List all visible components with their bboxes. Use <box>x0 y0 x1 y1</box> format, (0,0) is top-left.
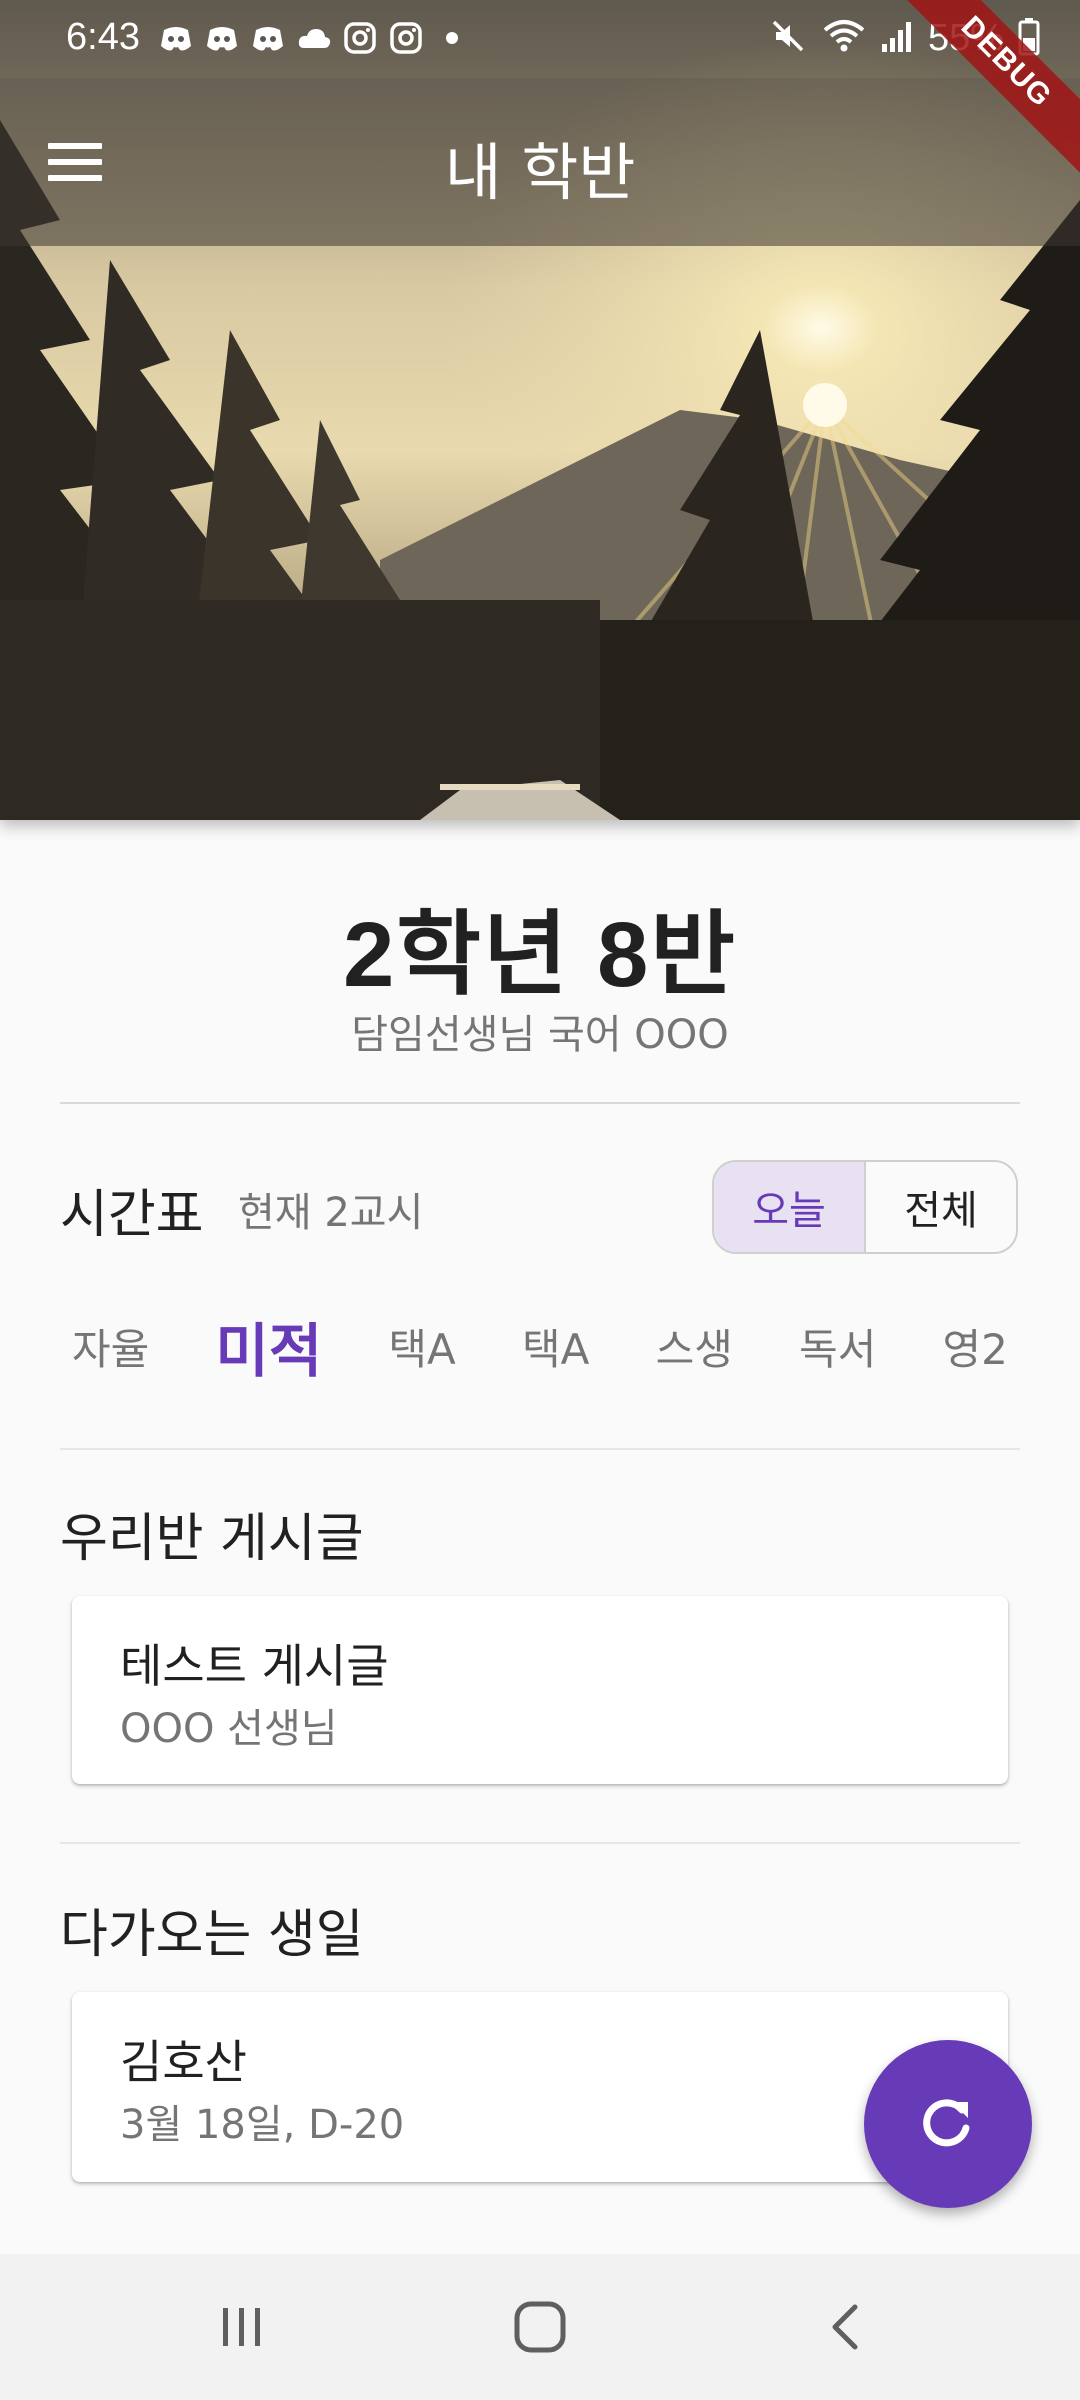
period-item-current: 미적 <box>215 1317 323 1385</box>
notification-icons <box>158 20 470 56</box>
status-time: 6:43 <box>66 16 140 58</box>
dot-icon <box>434 20 470 56</box>
discord-icon <box>158 20 194 56</box>
toggle-today[interactable]: 오늘 <box>714 1162 866 1252</box>
timetable-heading: 시간표 <box>60 1185 204 1245</box>
timetable-view-toggle: 오늘 전체 <box>712 1160 1018 1254</box>
back-button[interactable] <box>796 2294 896 2364</box>
cloud-icon <box>296 20 332 56</box>
current-period-label: 현재 2교시 <box>238 1190 424 1236</box>
back-icon <box>821 2302 871 2356</box>
post-author: OOO 선생님 <box>120 1706 338 1752</box>
system-nav-bar <box>0 2254 1080 2400</box>
wifi-icon <box>822 16 866 60</box>
period-item: 택A <box>388 1324 456 1374</box>
period-item: 독서 <box>799 1324 877 1374</box>
class-title: 2학년 8반 <box>343 904 737 1006</box>
instagram-icon <box>388 20 424 56</box>
divider <box>60 1102 1020 1104</box>
divider <box>60 1842 1020 1844</box>
app-title: 내 학반 <box>444 136 636 209</box>
home-icon <box>512 2299 568 2359</box>
period-item: 영2 <box>942 1324 1008 1374</box>
instagram-icon <box>342 20 378 56</box>
homeroom-teacher: 담임선생님 국어 OOO <box>351 1012 729 1058</box>
divider <box>60 1448 1020 1450</box>
birthday-name: 김호산 <box>120 2035 247 2089</box>
birthdays-heading: 다가오는 생일 <box>60 1905 364 1965</box>
recent-apps-button[interactable] <box>192 2294 292 2364</box>
posts-heading: 우리반 게시글 <box>60 1509 364 1569</box>
toggle-all[interactable]: 전체 <box>866 1162 1016 1252</box>
app-bar: 내 학반 <box>0 78 1080 246</box>
refresh-button[interactable] <box>864 2040 1032 2208</box>
signal-icon <box>880 16 914 60</box>
birthday-card[interactable]: 김호산 3월 18일, D-20 <box>72 1992 1008 2182</box>
recent-apps-icon <box>217 2302 267 2356</box>
home-button[interactable] <box>490 2294 590 2364</box>
discord-icon <box>250 20 286 56</box>
post-card[interactable]: 테스트 게시글 OOO 선생님 <box>72 1596 1008 1784</box>
discord-icon <box>204 20 240 56</box>
refresh-icon <box>916 2090 980 2158</box>
period-item: 택A <box>522 1324 590 1374</box>
birthday-date: 3월 18일, D-20 <box>120 2102 405 2148</box>
period-item: 자율 <box>72 1324 150 1374</box>
period-list: 자율 미적 택A 택A 스생 독서 영2 <box>60 1296 1020 1396</box>
mute-icon <box>768 16 808 60</box>
post-title: 테스트 게시글 <box>120 1639 389 1693</box>
period-item: 스생 <box>655 1324 733 1374</box>
